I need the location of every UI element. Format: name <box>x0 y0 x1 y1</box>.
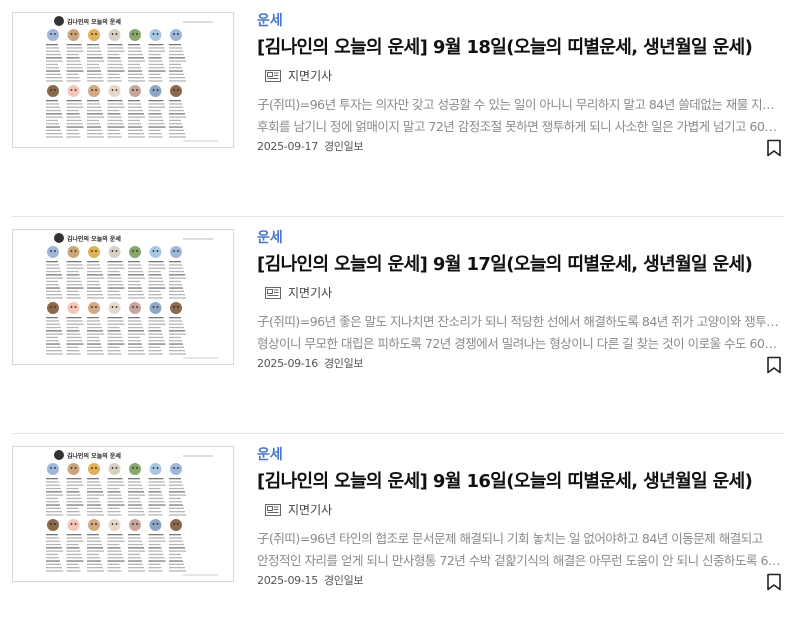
article-source: 경인일보 <box>323 140 364 153</box>
svg-text:김나인의 오늘의 운세: 김나인의 오늘의 운세 <box>67 452 121 460</box>
article-meta: 2025-09-15 경인일보 <box>257 572 364 588</box>
article-date: 2025-09-15 <box>257 574 318 587</box>
article-type: 지면기사 <box>265 67 332 84</box>
article-item: 김나인의 오늘의 운세 운세 [김나인의 오늘의 운세] 9월 16일(오늘의 … <box>0 434 800 638</box>
summary-line: 子(쥐띠)=96년 좋은 말도 지나치면 잔소리가 되니 적당한 선에서 해결하… <box>257 314 782 329</box>
summary-line: 형상이니 무모한 대립은 피하도록 72년 경쟁에서 밀려나는 형상이니 다른 … <box>257 336 782 351</box>
article-meta: 2025-09-16 경인일보 <box>257 355 364 371</box>
summary-line: 子(쥐띠)=96년 투자는 의자만 갖고 성공할 수 있는 일이 아니니 무리하… <box>257 97 782 112</box>
article-title[interactable]: [김나인의 오늘의 운세] 9월 18일(오늘의 띠별운세, 생년월일 운세) <box>257 33 753 59</box>
article-type-label: 지면기사 <box>288 286 333 300</box>
article-summary[interactable]: 子(쥐띠)=96년 투자는 의자만 갖고 성공할 수 있는 일이 아니니 무리하… <box>257 94 782 138</box>
newspaper-icon <box>265 503 281 516</box>
summary-line: 子(쥐띠)=96년 타인의 협조로 문서문제 해결되니 기회 놓치는 일 없어야… <box>257 531 763 546</box>
article-category[interactable]: 운세 <box>257 10 283 30</box>
summary-line: 안정적인 자리를 얻게 되니 만사형통 72년 수박 겉핥기식의 해결은 아무런… <box>257 553 782 568</box>
article-summary[interactable]: 子(쥐띠)=96년 좋은 말도 지나치면 잔소리가 되니 적당한 선에서 해결하… <box>257 311 782 355</box>
article-type: 지면기사 <box>265 284 332 301</box>
bookmark-icon[interactable] <box>766 139 782 157</box>
article-date: 2025-09-16 <box>257 357 318 370</box>
article-summary[interactable]: 子(쥐띠)=96년 타인의 협조로 문서문제 해결되니 기회 놓치는 일 없어야… <box>257 528 782 572</box>
summary-line: 후회를 남기니 정에 얽매이지 말고 72년 감정조절 못하면 쟁투하게 되니 … <box>257 119 782 134</box>
newspaper-icon <box>265 69 281 82</box>
article-meta: 2025-09-17 경인일보 <box>257 138 364 154</box>
article-category[interactable]: 운세 <box>257 444 283 464</box>
bookmark-icon[interactable] <box>766 356 782 374</box>
article-list: 김나인의 오늘의 운세 운세 [김나인의 오늘의 운세] 9월 18일(오늘의 … <box>0 0 800 638</box>
article-thumbnail[interactable]: 김나인의 오늘의 운세 <box>12 12 234 148</box>
newspaper-icon <box>265 286 281 299</box>
article-type-label: 지면기사 <box>288 503 333 517</box>
bookmark-icon[interactable] <box>766 573 782 591</box>
svg-text:김나인의 오늘의 운세: 김나인의 오늘의 운세 <box>67 235 121 243</box>
article-thumbnail[interactable]: 김나인의 오늘의 운세 <box>12 446 234 582</box>
article-title[interactable]: [김나인의 오늘의 운세] 9월 17일(오늘의 띠별운세, 생년월일 운세) <box>257 250 753 276</box>
article-item: 김나인의 오늘의 운세 운세 [김나인의 오늘의 운세] 9월 18일(오늘의 … <box>0 0 800 217</box>
article-source: 경인일보 <box>323 357 364 370</box>
article-title[interactable]: [김나인의 오늘의 운세] 9월 16일(오늘의 띠별운세, 생년월일 운세) <box>257 467 753 493</box>
svg-text:김나인의 오늘의 운세: 김나인의 오늘의 운세 <box>67 18 121 26</box>
article-category[interactable]: 운세 <box>257 227 283 247</box>
article-type: 지면기사 <box>265 501 332 518</box>
article-date: 2025-09-17 <box>257 140 318 153</box>
article-type-label: 지면기사 <box>288 69 333 83</box>
article-thumbnail[interactable]: 김나인의 오늘의 운세 <box>12 229 234 365</box>
article-source: 경인일보 <box>323 574 364 587</box>
article-item: 김나인의 오늘의 운세 운세 [김나인의 오늘의 운세] 9월 17일(오늘의 … <box>0 217 800 434</box>
